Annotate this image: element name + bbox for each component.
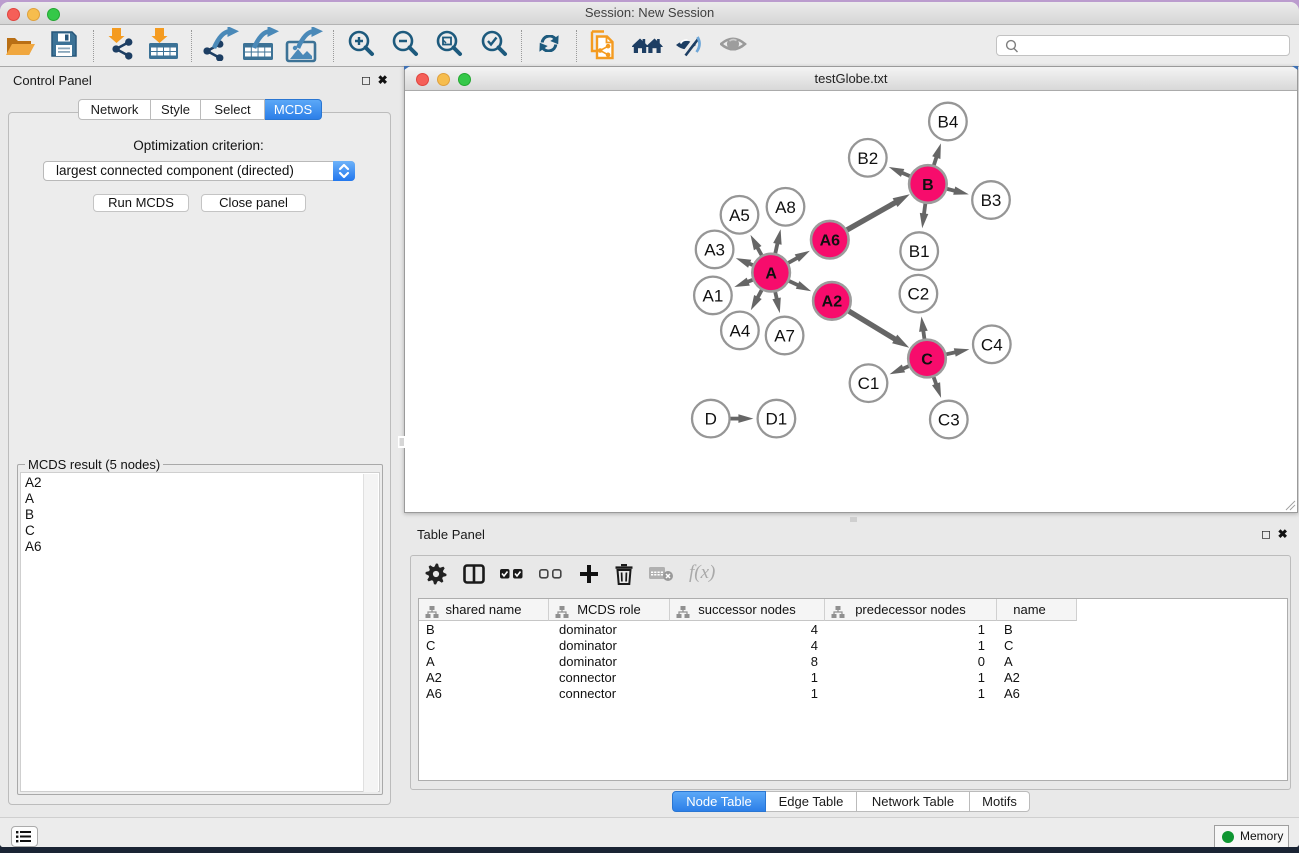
svg-text:A6: A6 (820, 233, 841, 250)
svg-text:A4: A4 (730, 321, 751, 340)
svg-text:A1: A1 (703, 286, 724, 305)
svg-text:C1: C1 (858, 374, 880, 393)
svg-text:B2: B2 (857, 149, 878, 168)
svg-text:B3: B3 (981, 191, 1002, 210)
svg-text:B4: B4 (938, 113, 959, 132)
svg-text:A: A (765, 265, 777, 282)
svg-text:f(x): f(x) (689, 562, 715, 583)
svg-text:B: B (922, 177, 934, 194)
svg-text:A7: A7 (774, 327, 795, 346)
svg-text:C: C (921, 351, 933, 368)
svg-text:B1: B1 (909, 242, 930, 261)
svg-text:D1: D1 (766, 410, 788, 429)
svg-text:C2: C2 (908, 285, 930, 304)
svg-text:C3: C3 (938, 411, 960, 430)
svg-text:A5: A5 (729, 206, 750, 225)
svg-text:A2: A2 (822, 294, 843, 311)
svg-text:A3: A3 (704, 240, 725, 259)
svg-text:A8: A8 (775, 198, 796, 217)
svg-text:D: D (705, 410, 717, 429)
svg-text:C4: C4 (981, 335, 1003, 354)
